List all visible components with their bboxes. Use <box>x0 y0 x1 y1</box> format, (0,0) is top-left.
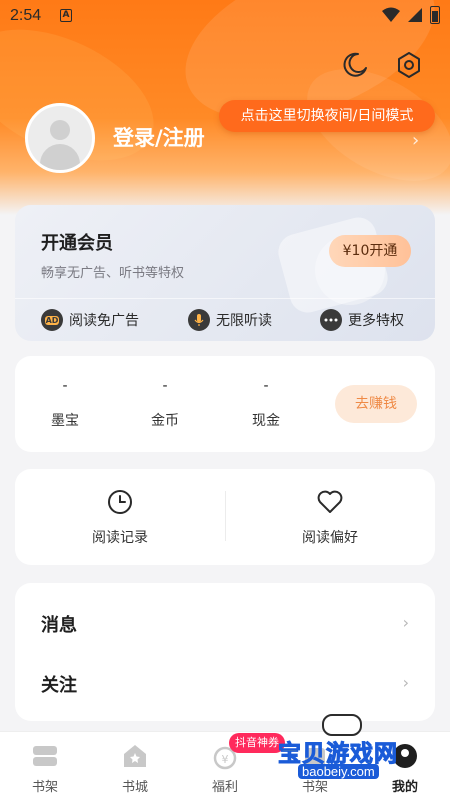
menu-item-messages[interactable]: 消息 › <box>15 593 435 653</box>
perk-no-ads[interactable]: AD 阅读免广告 <box>41 309 139 331</box>
perk-label: 无限听读 <box>216 313 272 329</box>
menu-card: 消息 › 关注 › <box>15 583 435 721</box>
heart-icon <box>225 489 435 517</box>
avatar[interactable] <box>25 103 95 173</box>
login-chevron-icon: › <box>412 130 420 151</box>
wallet-value: - <box>62 378 68 394</box>
wallet-value: - <box>263 378 269 394</box>
wallet-label: 现金 <box>252 413 280 429</box>
ad-icon: AD <box>41 309 63 331</box>
night-mode-tooltip: 点击这里切换夜间/日间模式 <box>219 100 435 132</box>
vip-title: 开通会员 <box>41 233 113 254</box>
menu-item-label: 消息 <box>41 615 77 636</box>
reading-card: 阅读记录 阅读偏好 <box>15 469 435 565</box>
login-register-link[interactable]: 登录/注册 <box>113 122 205 152</box>
clock-icon <box>15 489 225 517</box>
wallet-label: 墨宝 <box>51 413 79 429</box>
status-bar: 2:54 A <box>0 0 450 32</box>
gamepad-icon <box>322 714 362 736</box>
wifi-icon <box>382 7 400 22</box>
watermark: 宝贝游戏网 baobeiy.com <box>270 710 445 785</box>
earn-money-button[interactable]: 去赚钱 <box>335 385 417 423</box>
vip-subtitle: 畅享无广告、听书等特权 <box>41 266 185 281</box>
reading-history-label: 阅读记录 <box>92 530 148 546</box>
tab-label: 书城 <box>121 780 148 795</box>
vip-perks: AD 阅读免广告 无限听读 更多特权 <box>15 298 435 341</box>
perk-more[interactable]: 更多特权 <box>320 309 404 331</box>
perk-label: 阅读免广告 <box>69 313 139 329</box>
microphone-icon <box>188 309 210 331</box>
night-mode-toggle-icon[interactable] <box>338 48 372 82</box>
menu-item-label: 关注 <box>41 675 77 696</box>
vip-card[interactable]: 开通会员 畅享无广告、听书等特权 ¥10开通 AD 阅读免广告 无限听读 更多特… <box>15 205 435 341</box>
watermark-brand: 宝贝游戏网 <box>278 741 398 768</box>
reading-preference[interactable]: 阅读偏好 <box>225 489 435 547</box>
perk-label: 更多特权 <box>348 313 404 329</box>
chevron-right-icon: › <box>402 613 409 632</box>
tab-label: 福利 <box>211 780 238 795</box>
reading-history[interactable]: 阅读记录 <box>15 489 225 547</box>
status-time: 2:54 <box>10 7 42 24</box>
bookshelf-icon <box>15 740 75 772</box>
chevron-right-icon: › <box>402 673 409 692</box>
tab-bookstore[interactable]: 书城 <box>105 740 165 795</box>
tab-label: 书架 <box>31 780 58 795</box>
menu-item-following[interactable]: 关注 › <box>15 653 435 713</box>
settings-gear-icon[interactable] <box>392 48 426 82</box>
store-icon <box>105 740 165 772</box>
notification-icon: A <box>60 9 72 22</box>
perk-unlimited-listen[interactable]: 无限听读 <box>188 309 272 331</box>
svg-text:¥: ¥ <box>222 753 229 766</box>
wallet-label: 金币 <box>151 413 179 429</box>
battery-icon <box>430 6 440 24</box>
vip-buy-button[interactable]: ¥10开通 <box>329 235 411 267</box>
reading-preference-label: 阅读偏好 <box>302 530 358 546</box>
wallet-mobao[interactable]: - 墨宝 <box>25 378 105 430</box>
wallet-value: - <box>162 378 168 394</box>
more-icon <box>320 309 342 331</box>
wallet-card: - 墨宝 - 金币 - 现金 去赚钱 <box>15 356 435 452</box>
signal-icon <box>408 8 422 22</box>
watermark-url: baobeiy.com <box>298 764 379 779</box>
wallet-gold[interactable]: - 金币 <box>125 378 205 430</box>
wallet-cash[interactable]: - 现金 <box>226 378 306 430</box>
tab-bookshelf[interactable]: 书架 <box>15 740 75 795</box>
